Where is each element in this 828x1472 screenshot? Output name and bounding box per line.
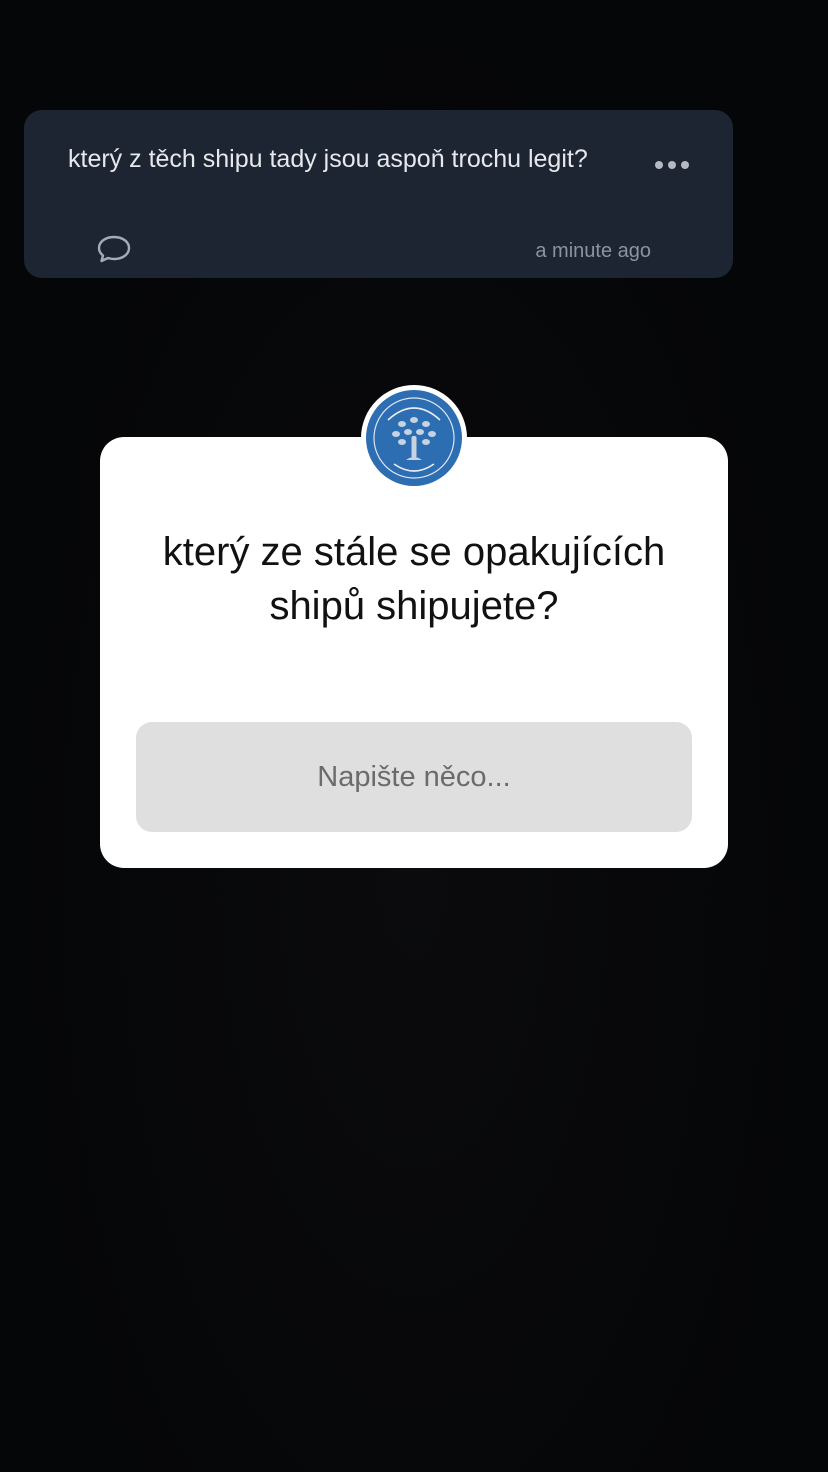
reply-button[interactable] — [96, 234, 136, 266]
comment-bubble-icon — [97, 235, 131, 263]
story-screen: který z těch shipu tady jsou aspoň troch… — [0, 0, 828, 1472]
more-dot-icon — [668, 161, 676, 169]
answer-input[interactable]: Napište něco... — [136, 722, 692, 832]
more-options-button[interactable] — [646, 148, 698, 182]
question-sticker: který ze stále se opakujících shipů ship… — [100, 437, 728, 868]
avatar — [361, 385, 467, 491]
question-card: který z těch shipu tady jsou aspoň troch… — [24, 110, 733, 278]
question-text: který z těch shipu tady jsou aspoň troch… — [68, 145, 588, 173]
more-dot-icon — [655, 161, 663, 169]
tree-logo-avatar — [366, 390, 462, 486]
tree-logo-icon — [373, 397, 455, 479]
more-dot-icon — [681, 161, 689, 169]
timestamp: a minute ago — [535, 240, 651, 262]
sticker-question-title: který ze stále se opakujících shipů ship… — [162, 530, 666, 628]
